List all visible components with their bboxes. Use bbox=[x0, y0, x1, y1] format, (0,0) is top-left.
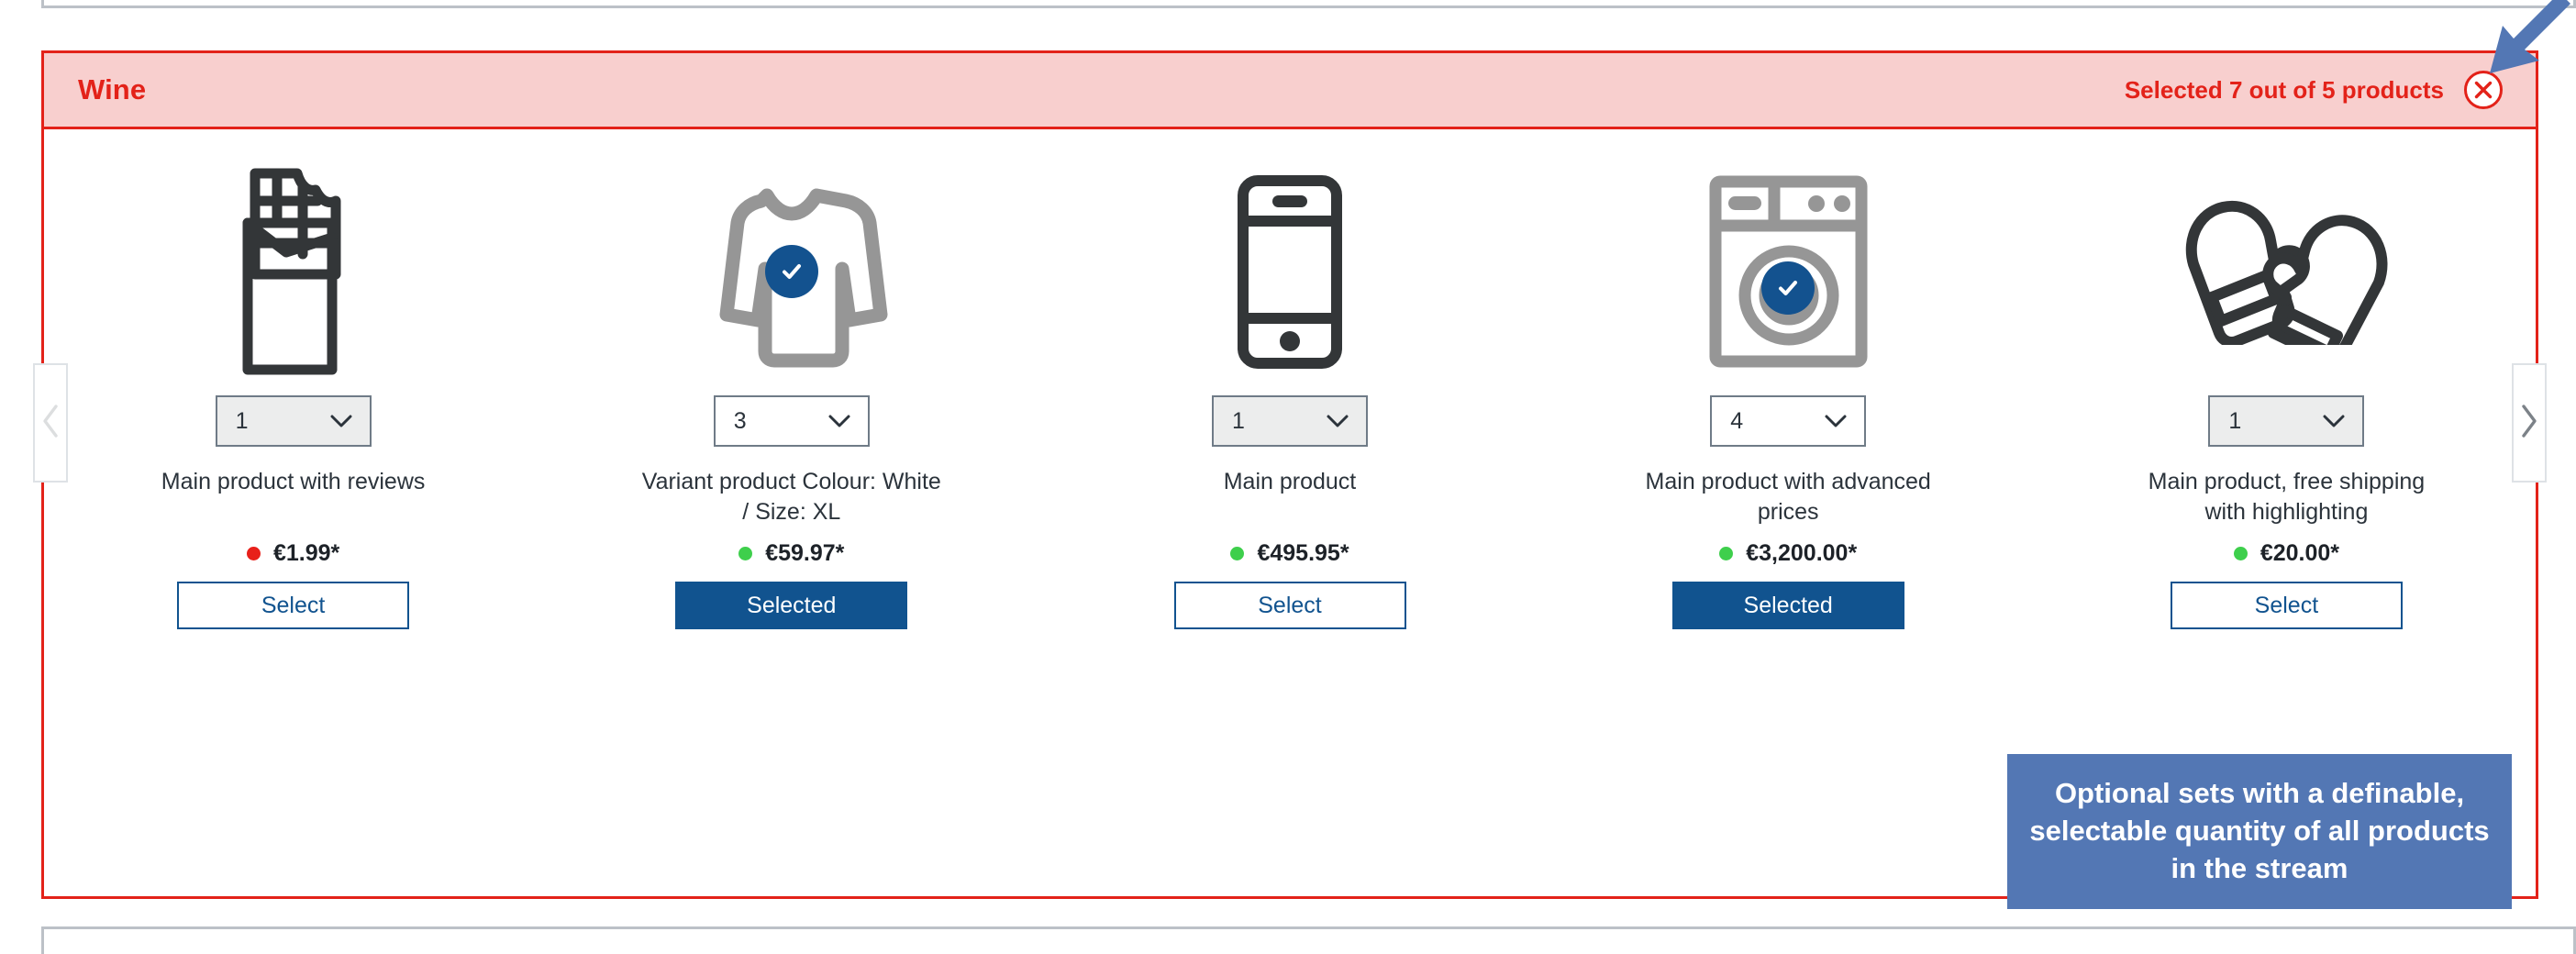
quantity-value: 1 bbox=[1232, 407, 1245, 434]
quantity-select[interactable]: 3 bbox=[713, 395, 870, 447]
product-set-header-right: Selected 7 out of 5 products bbox=[2125, 71, 2503, 109]
product-name: Main product, free shipping with highlig… bbox=[2148, 469, 2426, 525]
product-card: 4 Main product with advanced prices €3,2… bbox=[1539, 166, 2037, 629]
product-name: Main product bbox=[1223, 469, 1357, 494]
quantity-value: 4 bbox=[1730, 407, 1744, 434]
chevron-left-icon bbox=[40, 403, 61, 444]
product-name: Main product with advanced prices bbox=[1645, 469, 1931, 525]
product-image bbox=[2181, 166, 2392, 377]
product-card: 3 Variant product Colour: White / Size: … bbox=[542, 166, 1040, 629]
chevron-down-icon bbox=[1824, 408, 1848, 435]
select-button[interactable]: Select bbox=[2170, 582, 2403, 629]
product-price: €1.99* bbox=[272, 540, 340, 566]
carousel-next-button[interactable] bbox=[2512, 363, 2547, 483]
product-price-row: €495.95* bbox=[1230, 540, 1349, 567]
annotation-callout: Optional sets with a definable, selectab… bbox=[2007, 754, 2512, 909]
selection-status-text: Selected 7 out of 5 products bbox=[2124, 75, 2444, 104]
stock-status-dot bbox=[1719, 547, 1734, 560]
product-set-title: Wine bbox=[78, 73, 147, 105]
quantity-select[interactable]: 1 bbox=[1212, 395, 1368, 447]
quantity-value: 1 bbox=[235, 407, 249, 434]
stock-status-dot bbox=[1230, 547, 1245, 560]
quantity-value: 1 bbox=[2228, 407, 2242, 434]
product-price: €495.95* bbox=[1257, 540, 1349, 566]
product-price: €20.00* bbox=[2260, 540, 2340, 566]
selected-button[interactable]: Selected bbox=[1671, 582, 1904, 629]
product-name: Main product with reviews bbox=[161, 469, 426, 494]
product-price-row: €20.00* bbox=[2233, 540, 2340, 567]
product-card: 1 Main product €495.95* Select bbox=[1040, 166, 1538, 629]
smartphone-icon bbox=[1230, 173, 1349, 371]
product-image bbox=[1708, 166, 1869, 377]
product-card: 1 Main product with reviews €1.99* Selec… bbox=[44, 166, 542, 629]
chevron-down-icon bbox=[2322, 408, 2346, 435]
quantity-select[interactable]: 1 bbox=[215, 395, 372, 447]
product-card: 1 Main product, free shipping with highl… bbox=[2037, 166, 2536, 629]
close-icon[interactable] bbox=[2464, 71, 2503, 109]
chevron-down-icon bbox=[329, 408, 353, 435]
selected-check-badge bbox=[764, 245, 818, 298]
product-price-row: €3,200.00* bbox=[1719, 540, 1857, 567]
product-set-header: Wine Selected 7 out of 5 products bbox=[44, 53, 2536, 129]
next-set-card-sliver bbox=[41, 926, 2576, 954]
chevron-right-icon bbox=[2519, 403, 2539, 444]
product-image bbox=[695, 166, 888, 377]
product-image bbox=[1230, 166, 1349, 377]
chevron-down-icon bbox=[827, 408, 851, 435]
stock-status-dot bbox=[2233, 547, 2248, 560]
chevron-down-icon bbox=[1326, 408, 1349, 435]
stock-status-dot bbox=[246, 547, 261, 560]
quantity-select[interactable]: 4 bbox=[1710, 395, 1867, 447]
mittens-icon bbox=[2181, 198, 2392, 345]
product-price-row: €59.97* bbox=[738, 540, 844, 567]
product-price: €59.97* bbox=[765, 540, 845, 566]
product-image bbox=[229, 166, 358, 377]
check-icon bbox=[1774, 274, 1802, 302]
select-button[interactable]: Select bbox=[1173, 582, 1406, 629]
selected-button[interactable]: Selected bbox=[675, 582, 908, 629]
chocolate-bar-icon bbox=[229, 166, 358, 377]
carousel-prev-button[interactable] bbox=[33, 363, 68, 483]
quantity-value: 3 bbox=[733, 407, 747, 434]
product-price-row: €1.99* bbox=[246, 540, 340, 567]
previous-set-card-sliver bbox=[41, 0, 2576, 8]
select-button[interactable]: Select bbox=[177, 582, 410, 629]
quantity-select[interactable]: 1 bbox=[2208, 395, 2365, 447]
product-price: €3,200.00* bbox=[1746, 540, 1858, 566]
screenshot-stage: Wine Selected 7 out of 5 products 1 Main… bbox=[0, 0, 2576, 954]
stock-status-dot bbox=[738, 547, 753, 560]
product-name: Variant product Colour: White / Size: XL bbox=[641, 469, 941, 525]
product-list: 1 Main product with reviews €1.99* Selec… bbox=[44, 129, 2536, 629]
selected-check-badge bbox=[1761, 261, 1815, 316]
check-icon bbox=[778, 258, 805, 285]
